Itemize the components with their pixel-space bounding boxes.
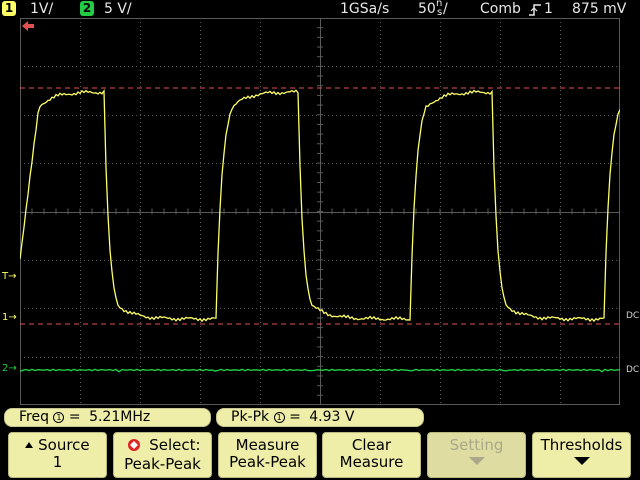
channel-1-ground-marker: 1→	[2, 312, 17, 323]
arrow-down-icon	[468, 457, 485, 465]
channel-2-badge[interactable]: 2	[80, 1, 94, 16]
source-softkey[interactable]: Source 1	[8, 432, 107, 478]
right-coupling-label-2: DC	[626, 365, 640, 375]
measurement-source-icon: 1	[273, 412, 285, 423]
channel-1-scale: 1V/	[30, 1, 54, 17]
trigger-mode: Comb	[480, 1, 521, 17]
timebase-unit-bottom: s	[437, 7, 443, 18]
timebase-slash: /	[443, 1, 448, 17]
arrow-up-icon	[25, 442, 34, 448]
measurement-value: 4.93 V	[309, 409, 355, 425]
thresholds-softkey[interactable]: Thresholds	[532, 432, 631, 478]
right-coupling-label-1: DC	[626, 311, 640, 321]
trigger-level-marker: T→	[2, 271, 17, 282]
select-measurement-softkey[interactable]: Select: Peak-Peak	[113, 432, 212, 478]
measurement-bar: Freq 1 = 5.21MHz Pk-Pk 1 = 4.93 V	[0, 406, 640, 428]
measurement-label: Freq	[19, 409, 49, 425]
waveform-display[interactable]	[20, 18, 620, 405]
arrow-down-icon	[573, 457, 590, 465]
trigger-level: 875 mV	[572, 1, 627, 17]
measure-softkey[interactable]: Measure Peak-Peak	[218, 432, 317, 478]
trigger-channel: 1	[544, 1, 553, 17]
measurement-freq[interactable]: Freq 1 = 5.21MHz	[4, 408, 211, 427]
measurement-pkpk[interactable]: Pk-Pk 1 = 4.93 V	[216, 408, 424, 427]
softkey-menu: Source 1 Select: Peak-Peak Measure Peak-…	[0, 430, 640, 480]
channel-1-badge[interactable]: 1	[2, 1, 16, 16]
setting-softkey[interactable]: Setting	[427, 432, 526, 478]
trigger-edge-icon	[528, 2, 542, 16]
measure-select-icon	[124, 438, 144, 456]
sample-rate: 1GSa/s	[340, 1, 390, 17]
status-bar: 1 1V/ 2 5 V/ 1GSa/s 50 n s / Comb 1 875 …	[0, 0, 640, 18]
timebase-value: 50	[418, 1, 436, 17]
measurement-value: 5.21MHz	[89, 409, 151, 425]
clear-measure-softkey[interactable]: Clear Measure	[322, 432, 421, 478]
channel-2-scale: 5 V/	[104, 1, 132, 17]
measurement-source-icon: 1	[53, 412, 65, 423]
graticule	[20, 18, 620, 405]
measurement-label: Pk-Pk	[231, 409, 270, 425]
channel-2-ground-marker: 2→	[2, 363, 17, 374]
trigger-position-marker	[22, 21, 34, 34]
